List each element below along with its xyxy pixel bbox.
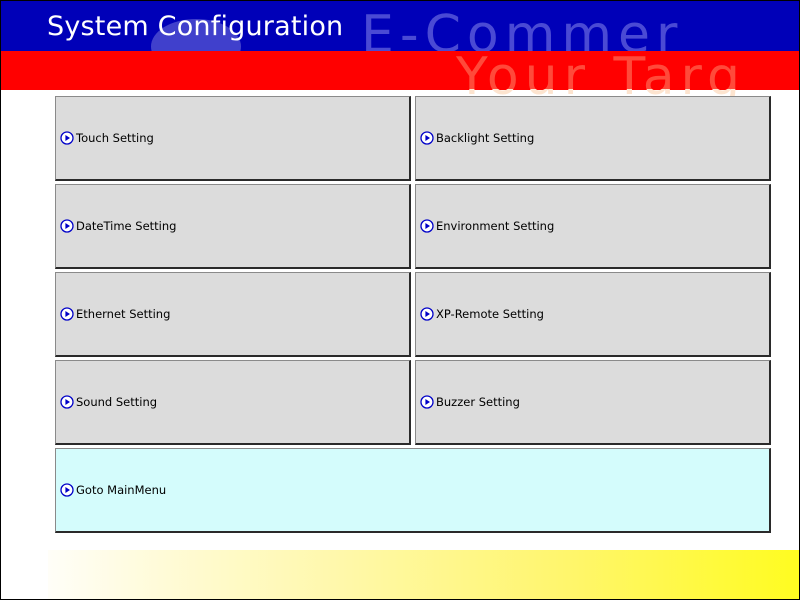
play-circle-icon — [60, 483, 74, 497]
watermark-line2: Your Targ — [456, 47, 747, 89]
ethernet-setting-button[interactable]: Ethernet Setting — [55, 272, 411, 357]
play-circle-icon — [420, 395, 434, 409]
xp-remote-setting-button[interactable]: XP-Remote Setting — [415, 272, 771, 357]
datetime-setting-button[interactable]: DateTime Setting — [55, 184, 411, 269]
xp-remote-setting-label: XP-Remote Setting — [436, 307, 544, 321]
page-title: System Configuration — [47, 11, 344, 42]
backlight-setting-label: Backlight Setting — [436, 131, 535, 145]
sound-setting-label: Sound Setting — [76, 395, 158, 409]
screen-frame: E-Commer System Configuration Your Targ … — [0, 0, 800, 600]
title-bar: E-Commer System Configuration — [1, 1, 799, 51]
watermark-line1: E-Commer — [361, 5, 684, 51]
play-circle-icon — [420, 219, 434, 233]
environment-setting-label: Environment Setting — [436, 219, 555, 233]
play-circle-icon — [60, 131, 74, 145]
datetime-setting-label: DateTime Setting — [76, 219, 177, 233]
backlight-setting-button[interactable]: Backlight Setting — [415, 96, 771, 181]
touch-setting-button[interactable]: Touch Setting — [55, 96, 411, 181]
play-circle-icon — [420, 307, 434, 321]
sound-setting-button[interactable]: Sound Setting — [55, 360, 411, 445]
environment-setting-button[interactable]: Environment Setting — [415, 184, 771, 269]
play-circle-icon — [420, 131, 434, 145]
footer-gradient — [48, 550, 799, 599]
play-circle-icon — [60, 395, 74, 409]
touch-setting-label: Touch Setting — [76, 131, 154, 145]
goto-mainmenu-label: Goto MainMenu — [76, 483, 167, 497]
ethernet-setting-label: Ethernet Setting — [76, 307, 171, 321]
play-circle-icon — [60, 307, 74, 321]
goto-mainmenu-button[interactable]: Goto MainMenu — [55, 448, 771, 533]
buzzer-setting-button[interactable]: Buzzer Setting — [415, 360, 771, 445]
play-circle-icon — [60, 219, 74, 233]
buzzer-setting-label: Buzzer Setting — [436, 395, 520, 409]
